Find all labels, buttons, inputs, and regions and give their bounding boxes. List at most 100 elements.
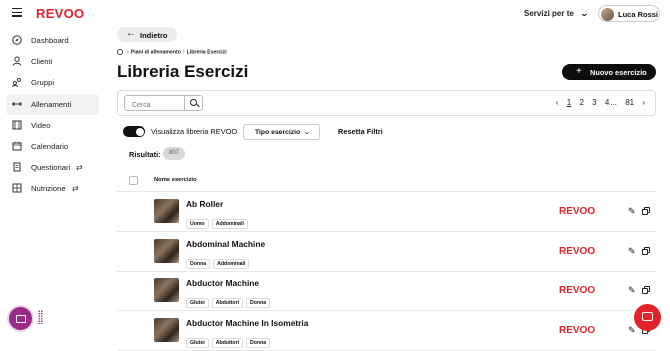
tag: Donna xyxy=(186,259,211,269)
chevron-right-icon[interactable]: › xyxy=(642,98,645,107)
sidebar-item-label: Dashboard xyxy=(31,36,69,45)
top-bar: REVOO Servizi per te ⌄ Luca Rossi xyxy=(0,0,670,28)
switch-icon: ⇄ xyxy=(72,184,79,194)
sidebar-item-dashboard[interactable]: Dashboard xyxy=(6,30,99,51)
chat-icon xyxy=(16,315,26,323)
breadcrumb-item: Libreria Esercizi xyxy=(186,49,227,56)
user-menu[interactable]: Luca Rossi xyxy=(598,5,660,22)
sidebar-item-gruppi[interactable]: Gruppi xyxy=(6,72,99,93)
sidebar-item-label: Clienti xyxy=(31,57,53,67)
revoo-library-toggle[interactable] xyxy=(123,126,145,137)
table-row[interactable]: Abductor Machine In Isometria Glutei Abdu… xyxy=(117,311,656,351)
table-header: Nome esercizio xyxy=(117,168,656,192)
source-label: REVOO xyxy=(559,246,596,257)
dumbbell-icon xyxy=(12,102,22,106)
back-label: Indietro xyxy=(140,30,168,40)
copy-icon[interactable] xyxy=(642,286,650,294)
chat-icon xyxy=(642,312,653,321)
tag-list: Uomo Addominali xyxy=(186,212,251,230)
chevron-down-icon: ⌄ xyxy=(579,9,589,18)
tag: Addominali xyxy=(211,219,248,229)
arrow-left-icon: ← xyxy=(126,28,136,39)
edit-icon[interactable]: ✎ xyxy=(628,206,636,217)
page-link[interactable]: 2 xyxy=(579,98,583,107)
sidebar-item-questionari[interactable]: Questionari ⇄ xyxy=(6,157,99,178)
reset-filters-button[interactable]: Resetta Filtri xyxy=(338,127,383,136)
page-title: Libreria Esercizi xyxy=(117,62,249,81)
user-name: Luca Rossi xyxy=(618,10,659,19)
edit-icon[interactable]: ✎ xyxy=(628,285,636,296)
services-label: Servizi per te xyxy=(524,9,574,18)
pagination: ‹ 1 2 3 4... 81 › xyxy=(550,98,645,107)
revoo-logo[interactable]: REVOO xyxy=(36,6,84,21)
sidebar-item-calendario[interactable]: Calendario xyxy=(6,136,99,157)
select-label: Tipo esercizio xyxy=(255,129,301,136)
table-row[interactable]: Ab Roller Uomo Addominali REVOO ✎ xyxy=(117,192,656,232)
exercise-name: Abductor Machine xyxy=(186,278,260,288)
home-icon[interactable] xyxy=(117,49,123,55)
services-dropdown[interactable]: Servizi per te ⌄ xyxy=(524,9,589,18)
breadcrumb-item[interactable]: Piani di allenamento xyxy=(131,49,181,55)
tag: Donna xyxy=(246,298,271,308)
chat-button[interactable] xyxy=(634,304,661,331)
tag: Addominali xyxy=(213,259,250,269)
exercise-thumbnail xyxy=(154,239,179,263)
search-toolbar: ‹ 1 2 3 4... 81 › xyxy=(117,90,656,116)
sidebar-item-label: Gruppi xyxy=(31,78,55,88)
sidebar-item-video[interactable]: Video xyxy=(6,115,99,136)
chevron-left-icon[interactable]: ‹ xyxy=(556,98,559,107)
edit-icon[interactable]: ✎ xyxy=(628,325,636,336)
column-header[interactable]: Nome esercizio xyxy=(154,177,197,183)
tag-list: Glutei Abduttori Donna xyxy=(186,291,273,309)
exercise-name: Ab Roller xyxy=(186,199,224,209)
select-all-checkbox[interactable] xyxy=(129,176,138,185)
tag: Glutei xyxy=(186,338,209,348)
chevron-down-icon: ⌄ xyxy=(303,129,311,136)
sidebar-item-nutrizione[interactable]: Nutrizione ⇄ xyxy=(6,178,99,199)
pagination-ellipsis: ... xyxy=(610,98,617,107)
copy-icon[interactable] xyxy=(642,247,650,255)
switch-icon: ⇄ xyxy=(76,163,83,173)
source-label: REVOO xyxy=(559,206,596,217)
new-exercise-button[interactable]: + Nuovo esercizio xyxy=(562,64,656,80)
tag: Abduttori xyxy=(211,298,244,308)
tag: Abduttori xyxy=(211,338,244,348)
page-link[interactable]: 4 xyxy=(605,98,609,107)
search-button[interactable] xyxy=(184,95,203,111)
page-link[interactable]: 3 xyxy=(592,98,596,107)
exercise-name: Abdominal Machine xyxy=(186,239,266,249)
tag-list: Glutei Abduttori Donna xyxy=(186,331,273,349)
exercise-thumbnail xyxy=(154,318,179,342)
exercise-type-select[interactable]: Tipo esercizio ⌄ xyxy=(243,124,320,140)
source-label: REVOO xyxy=(559,325,596,336)
back-button[interactable]: ← Indietro xyxy=(117,27,177,42)
menu-icon[interactable] xyxy=(12,8,22,17)
table-row[interactable]: Abductor Machine Glutei Abduttori Donna RE… xyxy=(117,271,656,311)
page-link[interactable]: 81 xyxy=(625,98,634,107)
sidebar-item-label: Video xyxy=(31,120,51,130)
user-icon xyxy=(12,56,22,66)
film-icon xyxy=(12,120,22,130)
search-input[interactable] xyxy=(124,95,185,111)
support-chat-button[interactable] xyxy=(7,305,34,332)
page-link[interactable]: 1 xyxy=(567,98,571,107)
tag: Glutei xyxy=(186,298,209,308)
exercise-thumbnail xyxy=(154,199,179,223)
toggle-label: Visualizza libreria REVOO xyxy=(151,127,238,136)
sidebar-item-label: Calendario xyxy=(31,141,69,151)
table-row[interactable]: Abdominal Machine Donna Addominali REVOO … xyxy=(117,232,656,272)
tag: Donna xyxy=(246,338,271,348)
grid-icon xyxy=(12,183,22,193)
results-label: Risultati: xyxy=(129,150,161,159)
drag-handle-icon[interactable] xyxy=(38,310,43,324)
edit-icon[interactable]: ✎ xyxy=(628,246,636,257)
tag: Uomo xyxy=(186,219,209,229)
breadcrumb: › Piani di allenamento › Libreria Esercizi xyxy=(117,49,227,55)
exercise-thumbnail xyxy=(154,278,179,302)
group-icon xyxy=(12,78,21,88)
sidebar-item-clienti[interactable]: Clienti xyxy=(6,51,99,72)
sidebar-item-allenamenti[interactable]: Allenamenti xyxy=(6,93,99,115)
sidebar-item-label: Nutrizione xyxy=(31,184,66,194)
exercise-name: Abductor Machine In Isometria xyxy=(186,318,309,328)
copy-icon[interactable] xyxy=(642,207,650,215)
